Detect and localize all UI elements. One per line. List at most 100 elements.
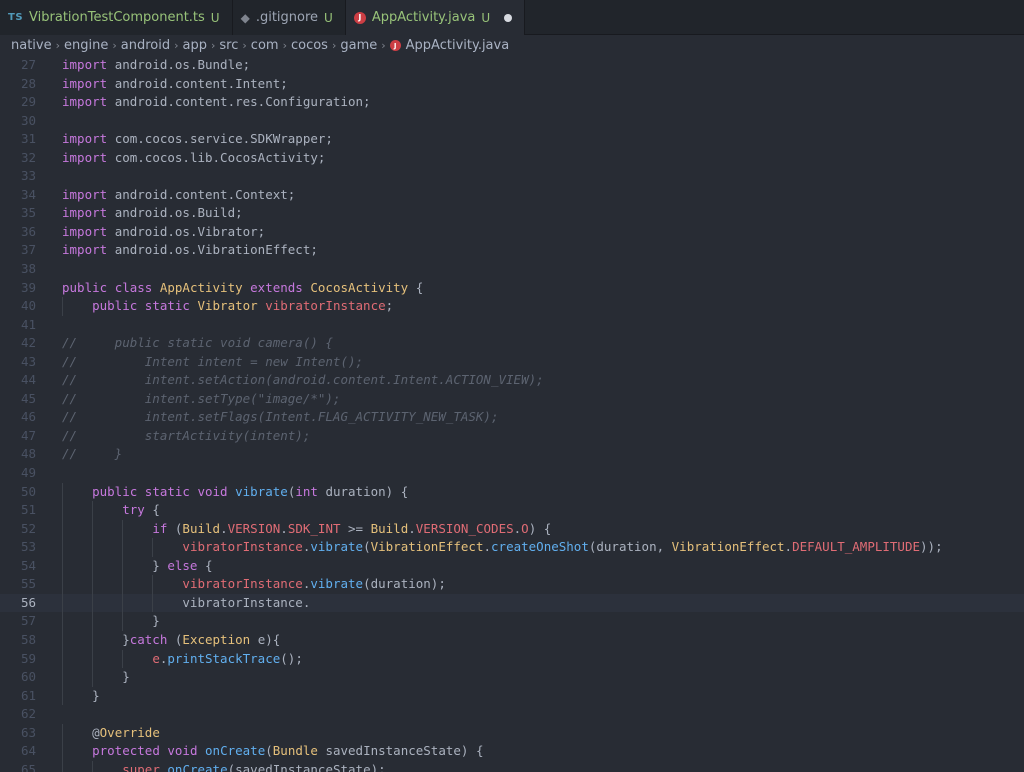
code-line[interactable]: 39 public class AppActivity extends Cocos…: [0, 279, 1024, 298]
code-line[interactable]: 64 protected void onCreate(Bundle savedI…: [0, 742, 1024, 761]
line-number: 35: [20, 205, 36, 221]
code-line[interactable]: 49: [0, 464, 1024, 483]
git-status-badge: U: [481, 10, 491, 25]
code-text: // }: [62, 445, 122, 464]
code-text: // startActivity(intent);: [62, 427, 310, 446]
code-line[interactable]: 28 import android.content.Intent;: [0, 75, 1024, 94]
code-token: Vibrator: [197, 298, 266, 314]
code-token: static: [144, 483, 198, 499]
code-token: Exception: [182, 631, 258, 647]
code-line[interactable]: 46 // intent.setFlags(Intent.FLAG_ACTIVIT…: [0, 408, 1024, 427]
code-line[interactable]: 58 }catch (Exception e){: [0, 630, 1024, 650]
code-line[interactable]: 38: [0, 260, 1024, 279]
tab-gitignore[interactable]: ◆ .gitignore U: [232, 0, 346, 35]
code-text: import android.content.Context;: [62, 186, 295, 205]
line-number: 44: [20, 372, 36, 388]
code-token: Override: [99, 724, 160, 740]
line-number: 56: [20, 594, 36, 610]
code-token: e){: [257, 631, 281, 647]
code-line[interactable]: 31 import com.cocos.service.SDKWrapper;: [0, 130, 1024, 149]
code-editor[interactable]: 27 import android.os.Bundle; 28 import andr…: [0, 50, 1024, 772]
code-token: duration) {: [325, 483, 409, 499]
code-token: {: [415, 279, 424, 295]
code-token: public: [92, 298, 145, 314]
code-line[interactable]: 29 import android.content.res.Configurati…: [0, 93, 1024, 112]
code-token: catch: [129, 631, 175, 647]
code-line[interactable]: 35 import android.os.Build;: [0, 204, 1024, 223]
code-token: import: [62, 242, 115, 258]
code-line[interactable]: 27 import android.os.Bundle;: [0, 56, 1024, 75]
code-token: vibrate: [310, 576, 364, 592]
code-token: ;: [385, 298, 394, 314]
code-line[interactable]: 32 import com.cocos.lib.CocosActivity;: [0, 149, 1024, 168]
code-line[interactable]: 55 vibratorInstance.vibrate(duration);: [0, 575, 1024, 594]
code-token: }: [62, 557, 168, 573]
code-token: void: [197, 483, 236, 499]
code-line[interactable]: 45 // intent.setType("image/*");: [0, 390, 1024, 409]
line-number: 40: [20, 298, 36, 314]
code-line[interactable]: 53 vibratorInstance.vibrate(VibrationEff…: [0, 538, 1024, 557]
code-token: android.os.Vibrator;: [114, 223, 266, 239]
line-number: 30: [20, 112, 36, 128]
line-number: 60: [20, 669, 36, 685]
tab-vibrationtestcomponent-ts[interactable]: TS VibrationTestComponent.ts U: [0, 0, 233, 35]
line-number: 28: [20, 75, 36, 91]
code-line[interactable]: 37 import android.os.VibrationEffect;: [0, 241, 1024, 260]
unsaved-dot-icon[interactable]: [504, 13, 513, 22]
code-line[interactable]: 57 }: [0, 612, 1024, 631]
code-line[interactable]: 50 public static void vibrate(int durati…: [0, 482, 1024, 502]
code-line[interactable]: 48 // }: [0, 445, 1024, 464]
code-token: .: [784, 539, 793, 555]
git-status-badge: U: [210, 10, 220, 25]
line-number: 65: [20, 761, 36, 772]
typescript-icon: TS: [8, 12, 24, 23]
git-file-icon: ◆: [240, 10, 250, 25]
code-text: import android.os.Build;: [62, 204, 243, 223]
code-line[interactable]: 63 @Override: [0, 723, 1024, 743]
tab-appactivity-java[interactable]: J AppActivity.java U: [345, 0, 526, 35]
code-lines[interactable]: 27 import android.os.Bundle; 28 import andr…: [0, 56, 1024, 772]
code-line[interactable]: 59 e.printStackTrace();: [0, 649, 1024, 669]
code-line[interactable]: 44 // intent.setAction(android.content.In…: [0, 371, 1024, 390]
code-text: if (Build.VERSION.SDK_INT >= Build.VERSI…: [62, 520, 551, 539]
code-line[interactable]: 40 public static Vibrator vibratorInstan…: [0, 297, 1024, 316]
code-token: (duration,: [588, 539, 672, 555]
code-line[interactable]: 34 import android.content.Context;: [0, 186, 1024, 205]
code-token: com.cocos.service.SDKWrapper;: [114, 131, 333, 147]
code-token: O: [521, 520, 529, 536]
code-text: protected void onCreate(Bundle savedInst…: [62, 742, 484, 761]
code-token: .: [280, 520, 288, 536]
code-token: // intent.setAction(android.content.Inte…: [62, 372, 544, 388]
code-line[interactable]: 41: [0, 316, 1024, 335]
code-line[interactable]: 56 vibratorInstance.: [0, 593, 1024, 613]
code-token: >=: [348, 520, 371, 536]
code-text: import android.content.Intent;: [62, 75, 288, 94]
code-line[interactable]: 33: [0, 167, 1024, 186]
code-line[interactable]: 47 // startActivity(intent);: [0, 427, 1024, 446]
code-line[interactable]: 54 } else {: [0, 556, 1024, 576]
code-line[interactable]: 43 // Intent intent = new Intent();: [0, 353, 1024, 372]
code-line[interactable]: 60 }: [0, 668, 1024, 687]
code-line[interactable]: 30: [0, 112, 1024, 131]
code-token: vibratorInstance: [182, 576, 303, 592]
code-line[interactable]: 42 // public static void camera() {: [0, 334, 1024, 353]
line-number: 38: [20, 261, 36, 277]
code-token: savedInstanceState) {: [325, 743, 484, 759]
code-token: android.os.Build;: [114, 205, 243, 221]
code-token: import: [62, 149, 115, 165]
code-line[interactable]: 65 super.onCreate(savedInstanceState);: [0, 760, 1024, 772]
code-line[interactable]: 62: [0, 705, 1024, 724]
code-token: static: [144, 298, 198, 314]
code-line[interactable]: 51 try {: [0, 501, 1024, 520]
code-token: VERSION_CODES: [415, 520, 514, 536]
code-line[interactable]: 52 if (Build.VERSION.SDK_INT >= Build.VE…: [0, 519, 1024, 539]
code-line[interactable]: 36 import android.os.Vibrator;: [0, 223, 1024, 242]
code-text: try {: [62, 501, 160, 520]
code-text: import android.os.Vibrator;: [62, 223, 265, 242]
code-line[interactable]: 61 }: [0, 686, 1024, 706]
line-number: 54: [20, 557, 36, 573]
code-token: ));: [920, 539, 943, 555]
